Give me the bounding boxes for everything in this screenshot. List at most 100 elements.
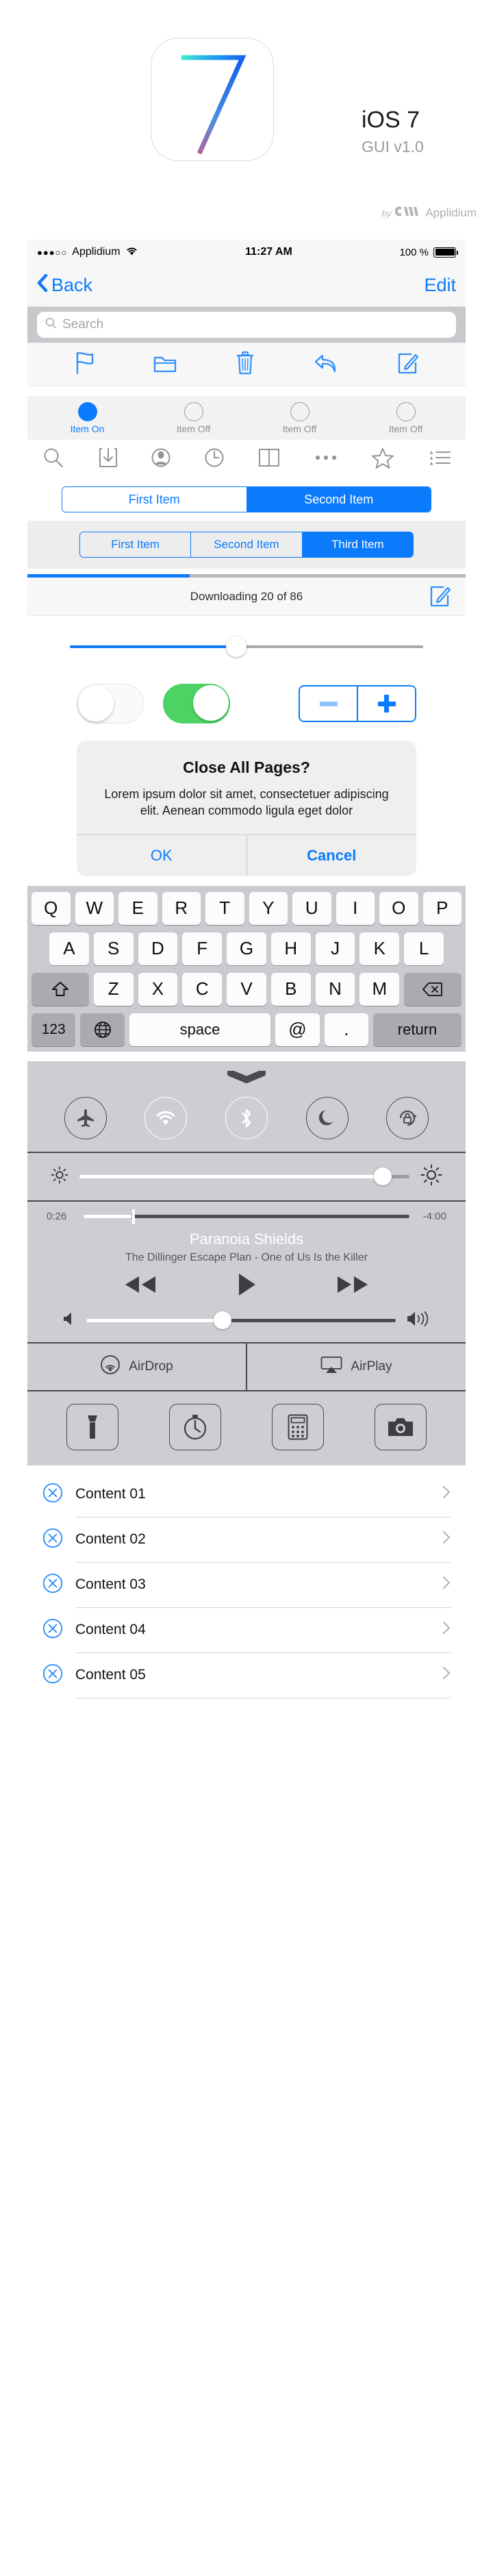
tab-item-off-3[interactable]: Item Off <box>368 401 444 434</box>
do-not-disturb-icon[interactable] <box>305 1096 349 1139</box>
segment-first-item[interactable]: First Item <box>62 487 246 512</box>
brightness-knob[interactable] <box>374 1167 392 1185</box>
flag-icon[interactable] <box>75 351 95 378</box>
key-c[interactable]: C <box>182 972 223 1006</box>
delete-circle-icon[interactable] <box>42 1483 63 1507</box>
alert-cancel-button[interactable]: Cancel <box>246 834 417 876</box>
slider[interactable] <box>70 636 423 657</box>
shift-icon[interactable] <box>31 972 89 1006</box>
globe-icon[interactable] <box>80 1013 125 1046</box>
airplay-button[interactable]: AirPlay <box>246 1343 466 1390</box>
key-p[interactable]: P <box>422 891 462 925</box>
period-key[interactable]: . <box>324 1013 369 1046</box>
search-input[interactable]: Search <box>37 312 456 338</box>
timer-icon[interactable] <box>169 1403 221 1450</box>
calculator-icon[interactable] <box>272 1403 324 1450</box>
key-x[interactable]: X <box>138 972 178 1006</box>
stepper[interactable] <box>299 685 416 722</box>
bookmark-list-icon[interactable] <box>429 447 451 471</box>
key-q[interactable]: Q <box>31 891 71 925</box>
alert-ok-button[interactable]: OK <box>77 835 246 876</box>
star-icon[interactable] <box>371 447 394 472</box>
key-l[interactable]: L <box>404 932 444 965</box>
key-m[interactable]: M <box>359 972 400 1006</box>
brightness-slider[interactable] <box>79 1167 409 1185</box>
scrubber[interactable] <box>84 1209 409 1224</box>
key-g[interactable]: G <box>227 932 266 965</box>
play-icon[interactable] <box>236 1272 257 1300</box>
bluetooth-icon[interactable] <box>225 1096 268 1139</box>
key-z[interactable]: Z <box>93 972 134 1006</box>
key-a[interactable]: A <box>49 932 89 965</box>
edit-button[interactable]: Edit <box>424 275 456 296</box>
key-u[interactable]: U <box>292 891 331 925</box>
volume-knob[interactable] <box>213 1311 231 1329</box>
key-b[interactable]: B <box>270 972 311 1006</box>
airdrop-button[interactable]: AirDrop <box>27 1343 246 1390</box>
key-f[interactable]: F <box>182 932 223 965</box>
segment-second-item[interactable]: Second Item <box>190 532 302 557</box>
fast-forward-icon[interactable] <box>335 1274 370 1299</box>
segmented-control-two[interactable]: First Item Second Item <box>62 486 431 512</box>
contact-icon[interactable] <box>151 447 170 472</box>
back-button[interactable]: Back <box>37 273 92 297</box>
slider-knob[interactable] <box>225 636 246 657</box>
more-icon[interactable] <box>314 453 338 465</box>
flashlight-icon[interactable] <box>66 1403 118 1450</box>
segment-second-item[interactable]: Second Item <box>246 487 431 512</box>
book-icon[interactable] <box>258 447 280 471</box>
rewind-icon[interactable] <box>123 1274 158 1299</box>
key-t[interactable]: T <box>205 891 244 925</box>
list-item[interactable]: Content 02 <box>27 1518 466 1563</box>
download-icon[interactable] <box>99 447 118 472</box>
key-v[interactable]: V <box>227 972 266 1006</box>
rotation-lock-icon[interactable] <box>386 1096 429 1139</box>
key-s[interactable]: S <box>93 932 134 965</box>
delete-circle-icon[interactable] <box>42 1573 63 1597</box>
trash-icon[interactable] <box>236 351 255 379</box>
key-o[interactable]: O <box>379 891 418 925</box>
numbers-key[interactable]: 123 <box>31 1013 76 1046</box>
list-item[interactable]: Content 05 <box>27 1653 466 1698</box>
key-h[interactable]: H <box>270 932 311 965</box>
delete-icon[interactable] <box>404 972 462 1006</box>
key-k[interactable]: K <box>359 932 400 965</box>
segment-first-item[interactable]: First Item <box>80 532 191 557</box>
folder-icon[interactable] <box>153 353 177 377</box>
segmented-control-three[interactable]: First Item Second Item Third Item <box>79 532 414 558</box>
wifi-icon[interactable] <box>144 1096 188 1139</box>
grabber-handle[interactable] <box>27 1061 466 1090</box>
scrubber-head[interactable] <box>132 1209 136 1224</box>
clock-icon[interactable] <box>205 447 224 472</box>
space-key[interactable]: space <box>129 1013 271 1046</box>
list-item[interactable]: Content 03 <box>27 1563 466 1608</box>
delete-circle-icon[interactable] <box>42 1663 63 1687</box>
key-i[interactable]: I <box>336 891 375 925</box>
segment-third-item[interactable]: Third Item <box>301 532 413 557</box>
list-item[interactable]: Content 01 <box>27 1472 466 1518</box>
key-j[interactable]: J <box>315 932 355 965</box>
stepper-decrement-button[interactable] <box>300 686 357 721</box>
key-e[interactable]: E <box>118 891 157 925</box>
compose-icon[interactable] <box>396 351 419 378</box>
reply-icon[interactable] <box>314 353 338 377</box>
return-key[interactable]: return <box>373 1013 462 1046</box>
list-item[interactable]: Content 04 <box>27 1608 466 1653</box>
key-y[interactable]: Y <box>249 891 288 925</box>
switch-on[interactable] <box>163 684 230 723</box>
search-icon[interactable] <box>42 447 64 472</box>
at-key[interactable]: @ <box>275 1013 320 1046</box>
tab-item-off-1[interactable]: Item Off <box>156 401 231 434</box>
stepper-increment-button[interactable] <box>357 686 415 721</box>
camera-icon[interactable] <box>375 1403 427 1450</box>
delete-circle-icon[interactable] <box>42 1528 63 1552</box>
delete-circle-icon[interactable] <box>42 1618 63 1642</box>
compose-icon[interactable] <box>429 584 451 611</box>
key-n[interactable]: N <box>315 972 355 1006</box>
tab-item-on[interactable]: Item On <box>50 401 125 434</box>
key-d[interactable]: D <box>138 932 178 965</box>
key-w[interactable]: W <box>75 891 114 925</box>
tab-item-off-2[interactable]: Item Off <box>262 401 338 434</box>
volume-slider[interactable] <box>86 1311 396 1329</box>
airplane-mode-icon[interactable] <box>64 1096 107 1139</box>
